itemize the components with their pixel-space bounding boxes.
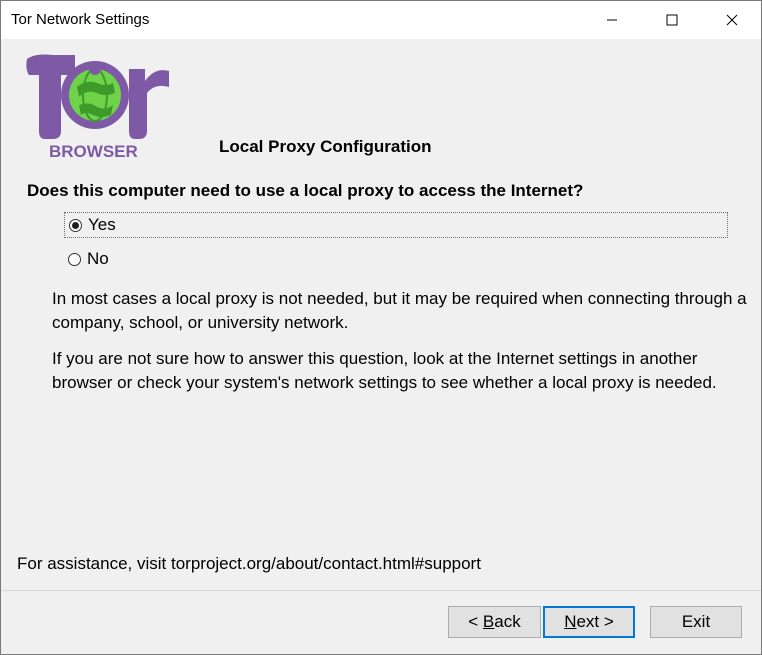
next-rest: ext > xyxy=(576,612,614,631)
next-mnemonic: N xyxy=(564,612,577,631)
page-heading: Local Proxy Configuration xyxy=(219,137,432,156)
tor-network-settings-window: Tor Network Settings BROWSER Local Proxy… xyxy=(0,0,762,655)
info-paragraph-2: If you are not sure how to answer this q… xyxy=(52,349,717,392)
back-button[interactable]: < Back xyxy=(448,606,541,638)
title-bar[interactable]: Tor Network Settings xyxy=(1,1,761,39)
assistance-text: For assistance, visit torproject.org/abo… xyxy=(17,554,481,573)
info-paragraph-1: In most cases a local proxy is not neede… xyxy=(52,289,747,332)
next-button[interactable]: Next > xyxy=(543,606,635,638)
radio-option-no[interactable]: No xyxy=(64,246,184,272)
window-title: Tor Network Settings xyxy=(11,11,150,28)
logo-browser-text: BROWSER xyxy=(49,142,138,161)
radio-yes-label[interactable]: Yes xyxy=(88,215,116,235)
radio-no-control[interactable] xyxy=(68,252,81,266)
tor-browser-logo: BROWSER xyxy=(26,54,169,161)
minimize-button[interactable] xyxy=(589,1,635,39)
close-button[interactable] xyxy=(709,1,755,39)
close-icon xyxy=(726,14,738,26)
footer-divider xyxy=(1,590,761,591)
radio-yes-control[interactable] xyxy=(69,218,82,232)
radio-selected-dot xyxy=(72,221,79,229)
maximize-icon xyxy=(666,14,678,26)
proxy-question: Does this computer need to use a local p… xyxy=(27,181,584,200)
exit-button[interactable]: Exit xyxy=(650,606,742,638)
exit-label: Exit xyxy=(681,612,711,631)
back-prefix: < xyxy=(468,612,483,631)
back-mnemonic: B xyxy=(482,612,495,631)
back-rest: ack xyxy=(494,612,521,631)
minimize-icon xyxy=(607,19,617,21)
radio-no-label[interactable]: No xyxy=(87,249,109,269)
maximize-button[interactable] xyxy=(649,1,695,39)
radio-option-yes[interactable]: Yes xyxy=(64,212,728,238)
